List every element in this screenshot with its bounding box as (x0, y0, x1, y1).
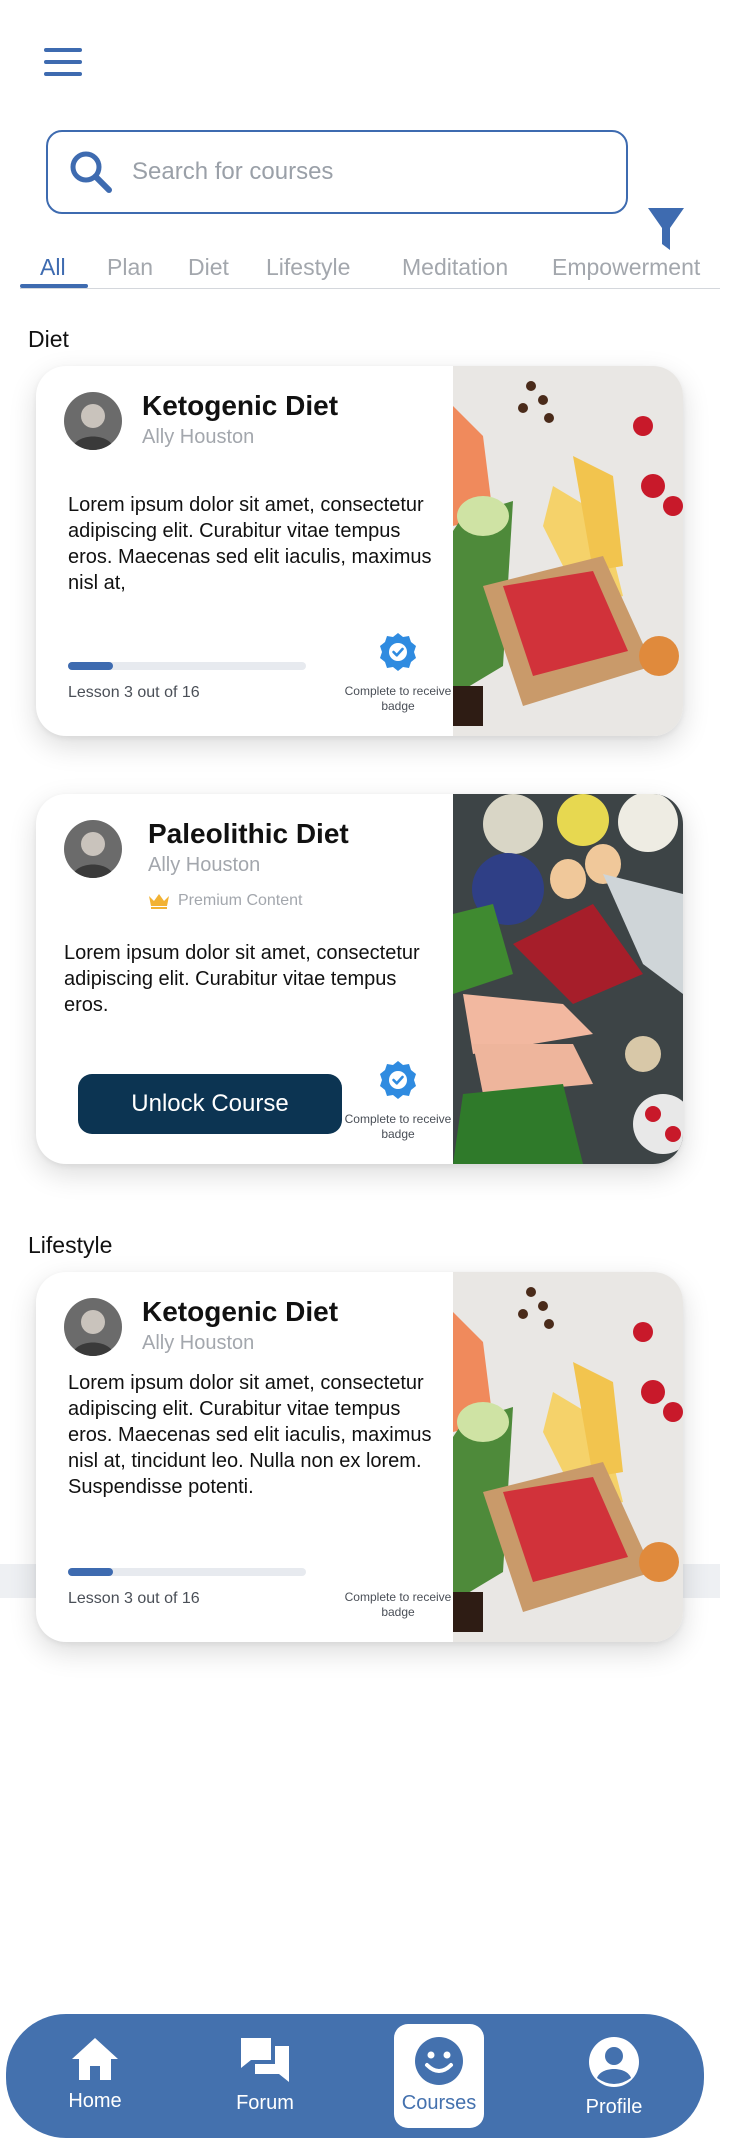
search-input[interactable] (132, 158, 572, 186)
tab-empowerment[interactable]: Empowerment (552, 254, 700, 281)
course-author: Ally Houston (148, 854, 261, 876)
avatar (64, 1298, 122, 1356)
badge-icon (380, 633, 416, 671)
courses-icon (415, 2037, 463, 2085)
lesson-progress-label: Lesson 3 out of 16 (68, 1590, 200, 1607)
course-description: Lorem ipsum dolor sit amet, consectetur … (68, 1372, 432, 1498)
search-icon (70, 151, 112, 193)
course-title: Paleolithic Diet (148, 818, 349, 849)
section-title-lifestyle: Lifestyle (28, 1232, 113, 1258)
progress-fill (68, 1568, 113, 1576)
progress-fill (68, 662, 113, 670)
tab-all[interactable]: All (40, 254, 66, 281)
home-icon (72, 2038, 118, 2080)
nav-home[interactable]: Home (40, 2014, 150, 2138)
tabs-divider (20, 288, 720, 289)
menu-icon[interactable] (44, 48, 82, 76)
nav-label-home: Home (68, 2090, 122, 2112)
lesson-progress-label: Lesson 3 out of 16 (68, 684, 200, 701)
profile-icon (589, 2037, 639, 2087)
course-author: Ally Houston (142, 1332, 255, 1354)
course-title: Ketogenic Diet (142, 390, 339, 421)
course-description: Lorem ipsum dolor sit amet, consectetur … (64, 942, 420, 1016)
nav-label-courses: Courses (401, 2092, 477, 2114)
course-image (453, 366, 683, 736)
avatar (64, 392, 122, 450)
search-bar[interactable] (46, 130, 628, 214)
crown-icon (149, 894, 169, 909)
nav-label-profile: Profile (585, 2096, 643, 2118)
avatar (64, 820, 122, 878)
section-title-diet: Diet (28, 326, 69, 352)
tab-diet[interactable]: Diet (188, 254, 229, 281)
bottom-navigation: Home Forum Courses Profile (6, 2014, 704, 2138)
badge-caption: Complete to receive badge (344, 1112, 452, 1141)
progress-bar (68, 662, 306, 670)
nav-forum[interactable]: Forum (210, 2014, 320, 2138)
course-image (453, 1272, 683, 1642)
category-tabs: All Plan Diet Lifestyle Meditation Empow… (20, 248, 720, 289)
course-image (453, 794, 683, 1164)
badge-caption: Complete to receive badge (344, 684, 452, 713)
forum-icon (241, 2038, 289, 2082)
tab-meditation[interactable]: Meditation (402, 254, 508, 281)
progress-bar (68, 1568, 306, 1576)
course-description: Lorem ipsum dolor sit amet, consectetur … (68, 494, 432, 594)
course-card[interactable]: Ketogenic Diet Ally Houston Lorem ipsum … (36, 366, 683, 736)
course-author: Ally Houston (142, 426, 255, 448)
tab-lifestyle[interactable]: Lifestyle (266, 254, 350, 281)
badge-caption: Complete to receive badge (344, 1590, 452, 1619)
nav-courses[interactable]: Courses (394, 2024, 484, 2128)
course-title: Ketogenic Diet (142, 1296, 339, 1327)
premium-label: Premium Content (148, 892, 303, 910)
nav-profile[interactable]: Profile (559, 2014, 669, 2138)
filter-icon[interactable] (648, 208, 684, 250)
tab-plan[interactable]: Plan (107, 254, 153, 281)
course-card[interactable]: Ketogenic Diet Ally Houston Lorem ipsum … (36, 1272, 683, 1642)
premium-text: Premium Content (178, 892, 303, 909)
nav-label-forum: Forum (236, 2092, 294, 2114)
unlock-course-button[interactable]: Unlock Course (78, 1074, 342, 1134)
course-card[interactable]: Paleolithic Diet Ally Houston Premium Co… (36, 794, 683, 1164)
badge-icon (380, 1061, 416, 1099)
